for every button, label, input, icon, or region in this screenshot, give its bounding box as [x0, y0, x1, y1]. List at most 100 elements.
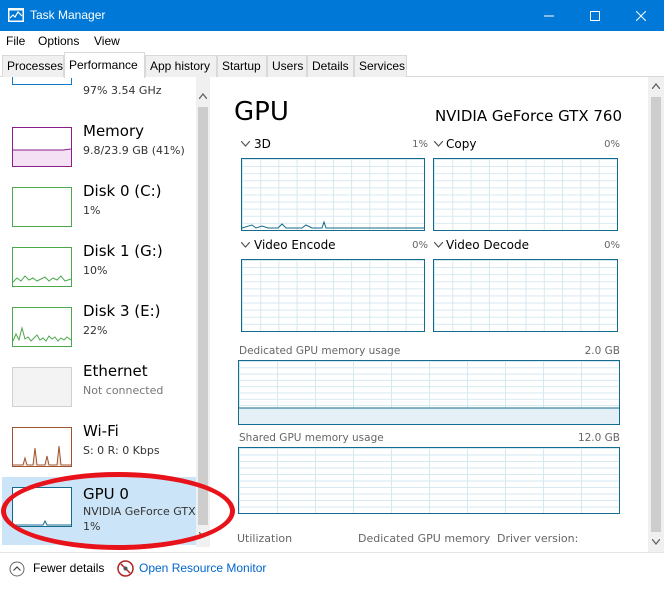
utilization-label: Utilization [237, 532, 293, 545]
wifi-name: Wi-Fi [83, 422, 119, 440]
scroll-down-icon[interactable] [652, 539, 660, 545]
memory-item[interactable]: Memory 9.8/23.9 GB (41%) [4, 119, 194, 179]
engine-3d-pct: 1% [412, 139, 428, 150]
engine-video-encode-graph [241, 259, 425, 332]
disk-1-sub: 10% [83, 264, 108, 277]
memory-name: Memory [83, 122, 145, 140]
menu-view[interactable]: View [94, 34, 120, 48]
minimize-icon [544, 15, 554, 16]
engine-copy-graph [433, 158, 618, 231]
close-icon [636, 10, 646, 21]
ethernet-item[interactable]: Ethernet Not connected [4, 359, 194, 419]
wifi-sub: S: 0 R: 0 Kbps [83, 444, 160, 457]
disk-0-sub: 1% [83, 204, 101, 217]
tab-performance[interactable]: Performance [64, 52, 145, 78]
dedicated-memory-max: 2.0 GB [584, 345, 620, 357]
window-title: Task Manager [30, 8, 106, 22]
chevron-down-icon[interactable] [434, 141, 443, 147]
gpu-model-name: NVIDIA GeForce GTX 760 [434, 107, 622, 125]
engine-video-decode-graph [433, 259, 618, 332]
disk-3-sub: 22% [83, 324, 108, 337]
memory-thumbnail [12, 127, 72, 167]
chevron-down-icon[interactable] [241, 141, 250, 147]
fewer-details-icon[interactable] [9, 561, 25, 577]
engine-video-decode-label[interactable]: Video Decode [446, 238, 529, 252]
memory-sub: 9.8/23.9 GB (41%) [83, 144, 185, 157]
minimize-button[interactable] [526, 0, 572, 31]
task-manager-icon [8, 8, 24, 22]
maximize-button[interactable] [572, 0, 618, 31]
gpu-0-sub: NVIDIA GeForce GTX [83, 505, 196, 518]
driver-version-label: Driver version: [497, 532, 579, 545]
disk-1-item[interactable]: Disk 1 (G:) 10% [4, 239, 194, 299]
wifi-graph [13, 445, 71, 466]
scroll-down-icon[interactable] [199, 532, 207, 538]
scroll-up-icon[interactable] [199, 93, 207, 99]
open-resource-monitor-link[interactable]: Open Resource Monitor [139, 561, 266, 575]
engine-video-decode-pct: 0% [604, 240, 620, 251]
wifi-thumbnail [12, 427, 72, 467]
gpu-0-thumbnail [12, 487, 72, 527]
memory-graph [13, 148, 72, 166]
engine-3d-line [241, 220, 424, 229]
page-title: GPU [234, 97, 289, 127]
disk-3-thumbnail [12, 307, 72, 347]
disk-3-name: Disk 3 (E:) [83, 302, 161, 320]
shared-memory-max: 12.0 GB [577, 432, 620, 444]
tab-processes[interactable]: Processes [2, 55, 64, 77]
gpu-0-name: GPU 0 [83, 485, 129, 503]
footer: Fewer details Open Resource Monitor [0, 552, 664, 592]
tab-users[interactable]: Users [267, 55, 307, 77]
ethernet-sub: Not connected [83, 384, 164, 397]
disk-3-item[interactable]: Disk 3 (E:) 22% [4, 299, 194, 359]
dedicated-memory-label: Dedicated GPU memory usage [239, 345, 401, 357]
disk-0-item[interactable]: Disk 0 (C:) 1% [4, 179, 194, 239]
engine-3d-label[interactable]: 3D [254, 137, 271, 151]
disk-3-graph [12, 326, 72, 342]
gpu-detail-panel: GPU NVIDIA GeForce GTX 760 3D 1% Copy 0%… [212, 77, 648, 552]
title-bar: Task Manager [0, 0, 664, 31]
shared-memory-label: Shared GPU memory usage [239, 432, 384, 444]
menu-file[interactable]: File [6, 34, 25, 48]
menu-bar: File Options View [0, 31, 664, 51]
cpu-item[interactable]: 97% 3.54 GHz [4, 77, 194, 99]
resource-monitor-icon[interactable] [117, 560, 134, 577]
ethernet-thumbnail [12, 367, 72, 407]
dedicated-memory-graph [238, 360, 620, 425]
chevron-down-icon[interactable] [434, 242, 443, 248]
engine-3d-graph [241, 158, 425, 231]
engine-copy-label[interactable]: Copy [446, 137, 476, 151]
dedicated-memory-line [239, 407, 619, 424]
close-button[interactable] [618, 0, 664, 31]
engine-video-encode-pct: 0% [412, 240, 428, 251]
disk-1-thumbnail [12, 247, 72, 287]
tab-services[interactable]: Services [354, 55, 407, 77]
resource-list-scrollbar[interactable] [196, 77, 210, 547]
tab-app-history[interactable]: App history [145, 55, 217, 77]
resource-list: 97% 3.54 GHz Memory 9.8/23.9 GB (41%) Di… [0, 77, 196, 552]
shared-memory-graph [238, 447, 620, 514]
ethernet-name: Ethernet [83, 362, 148, 380]
tab-strip: Processes Performance App history Startu… [0, 51, 664, 78]
performance-content: 97% 3.54 GHz Memory 9.8/23.9 GB (41%) Di… [0, 77, 664, 552]
scroll-up-icon[interactable] [652, 83, 660, 89]
detail-scrollbar[interactable] [648, 77, 664, 552]
chevron-down-icon[interactable] [241, 242, 250, 248]
disk-0-thumbnail [12, 187, 72, 227]
wifi-item[interactable]: Wi-Fi S: 0 R: 0 Kbps [4, 419, 194, 479]
cpu-thumbnail [12, 77, 72, 85]
scrollbar-thumb[interactable] [651, 97, 661, 532]
gpu-0-graph [13, 519, 71, 526]
gpu-0-item[interactable]: GPU 0 NVIDIA GeForce GTX 1% [2, 477, 196, 545]
tab-details[interactable]: Details [307, 55, 354, 77]
engine-video-encode-label[interactable]: Video Encode [254, 238, 336, 252]
tab-startup[interactable]: Startup [217, 55, 267, 77]
menu-options[interactable]: Options [38, 34, 79, 48]
disk-1-graph [12, 275, 72, 283]
dedicated-gpu-memory-label: Dedicated GPU memory [358, 532, 491, 545]
fewer-details-button[interactable]: Fewer details [33, 561, 104, 575]
scrollbar-thumb[interactable] [198, 107, 208, 525]
maximize-icon [590, 10, 600, 21]
disk-0-name: Disk 0 (C:) [83, 182, 162, 200]
gpu-0-usage: 1% [83, 520, 101, 533]
